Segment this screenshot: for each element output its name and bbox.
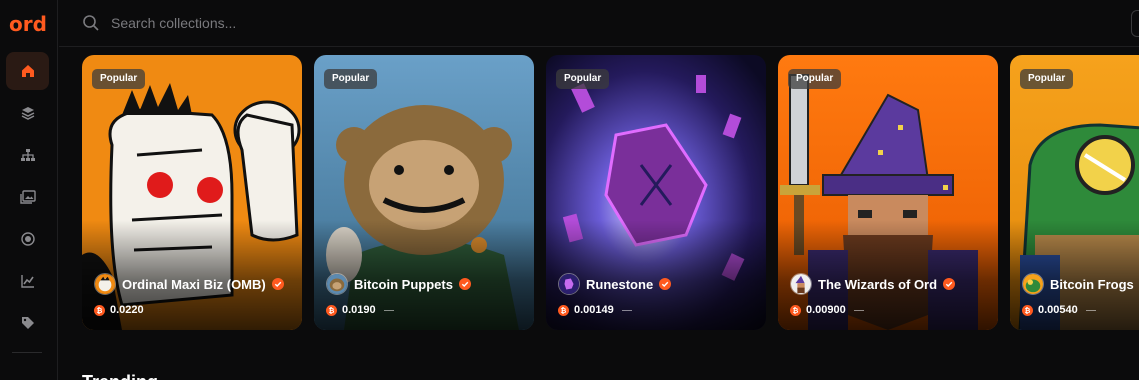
sidebar-item-tag[interactable] [6, 304, 49, 342]
layers-icon [21, 107, 34, 120]
collection-avatar [558, 273, 580, 295]
collection-card[interactable]: Popular Ordinal Maxi Biz (OMB) ₿ 0.0220 [82, 55, 302, 330]
floor-price: 0.00540 [1038, 304, 1078, 316]
home-icon [21, 65, 34, 77]
target-icon [20, 232, 35, 246]
sidebar-item-circle[interactable] [6, 220, 49, 258]
bitcoin-icon: ₿ [558, 304, 569, 316]
images-icon [19, 190, 36, 204]
search-icon [83, 15, 99, 31]
price-change-dash [853, 309, 864, 311]
svg-text:₿: ₿ [1025, 307, 1031, 315]
tag-icon [21, 317, 34, 329]
popular-badge: Popular [1020, 69, 1074, 89]
floor-price: 0.0220 [110, 304, 144, 316]
svg-text:₿: ₿ [97, 307, 103, 315]
sitemap-icon [20, 149, 35, 161]
collection-avatar [326, 273, 348, 295]
top-right-button[interactable] [1131, 10, 1139, 37]
collection-name: Runestone [586, 276, 654, 292]
collection-avatar [94, 273, 116, 295]
floor-price: 0.00149 [574, 304, 614, 316]
collection-name: The Wizards of Ord [818, 276, 938, 292]
bitcoin-icon: ₿ [790, 304, 801, 316]
sidebar-divider [12, 352, 42, 353]
bitcoin-icon: ₿ [1022, 304, 1033, 316]
collection-avatar [1022, 273, 1044, 295]
card-info: Bitcoin Frogs ₿ 0.00540 [1022, 273, 1139, 317]
popular-badge: Popular [788, 69, 842, 89]
search-input[interactable] [111, 10, 711, 36]
verified-icon [659, 278, 672, 290]
app: ord Search collections... Popular Ordina… [0, 0, 1139, 380]
popular-badge: Popular [324, 69, 378, 89]
card-info: Bitcoin Puppets ₿ 0.0190 [326, 273, 524, 317]
bitcoin-icon: ₿ [94, 304, 105, 316]
verified-icon [271, 278, 284, 290]
collection-name: Ordinal Maxi Biz (OMB) [122, 276, 266, 292]
popular-collections-carousel: Popular Ordinal Maxi Biz (OMB) ₿ 0.0220 [82, 55, 1139, 330]
card-info: Runestone ₿ 0.00149 [558, 273, 756, 317]
sidebar-item-hierarchy[interactable] [6, 136, 49, 174]
top-bar [59, 0, 1139, 47]
sidebar: ord [0, 0, 58, 380]
svg-text:₿: ₿ [329, 307, 335, 315]
card-info: Ordinal Maxi Biz (OMB) ₿ 0.0220 [94, 273, 292, 317]
collection-name: Bitcoin Puppets [354, 276, 453, 292]
price-change-dash [383, 309, 394, 311]
sidebar-item-images[interactable] [6, 178, 49, 216]
price-change-dash [1085, 309, 1096, 311]
chart-line-icon [20, 275, 34, 288]
section-heading: Trending [82, 372, 158, 380]
collection-card[interactable]: Popular Runestone ₿ 0.00149 [546, 55, 766, 330]
ord-logo[interactable]: ord [9, 12, 47, 36]
collection-card[interactable]: Popular Bitcoin Frogs ₿ 0.00540 [1010, 55, 1139, 330]
floor-price: 0.00900 [806, 304, 846, 316]
sidebar-item-home[interactable] [6, 52, 49, 90]
collection-card[interactable]: Popular The Wizards of Ord ₿ 0.00900 [778, 55, 998, 330]
floor-price: 0.0190 [342, 304, 376, 316]
svg-text:₿: ₿ [793, 307, 799, 315]
svg-text:₿: ₿ [561, 307, 567, 315]
collection-avatar [790, 273, 812, 295]
collection-card[interactable]: Popular Bitcoin Puppets ₿ 0.0190 [314, 55, 534, 330]
price-change-dash [621, 309, 632, 311]
card-info: The Wizards of Ord ₿ 0.00900 [790, 273, 988, 317]
sidebar-item-layers[interactable] [6, 94, 49, 132]
collection-name: Bitcoin Frogs [1050, 276, 1134, 292]
sidebar-item-chart[interactable] [6, 262, 49, 300]
popular-badge: Popular [556, 69, 610, 89]
verified-icon [943, 278, 956, 290]
popular-badge: Popular [92, 69, 146, 89]
bitcoin-icon: ₿ [326, 304, 337, 316]
verified-icon [458, 278, 471, 290]
